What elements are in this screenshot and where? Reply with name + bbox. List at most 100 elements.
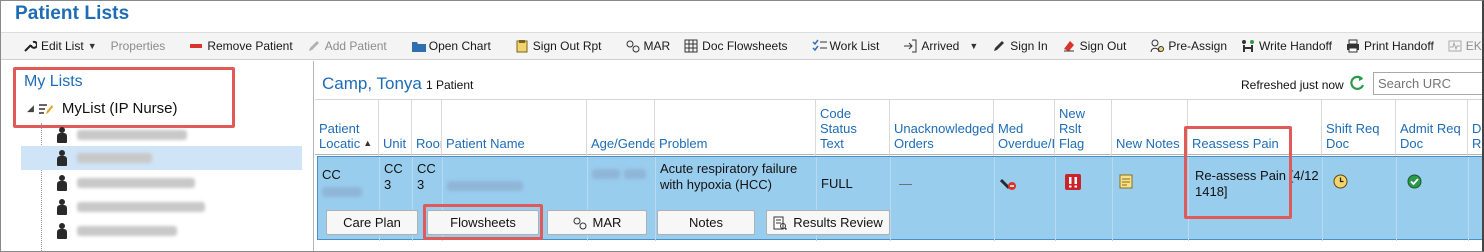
toolbar: Edit List ▼ Properties Remove Patient Ad… [1,32,1482,60]
properties-button[interactable]: Properties [111,35,166,57]
person-icon [57,199,67,215]
col-header-shift-req-doc[interactable]: Shift Req Doc [1321,100,1395,156]
open-chart-label: Open Chart [428,39,491,53]
col-header-new-notes[interactable]: New Notes [1111,100,1187,156]
col-header-code-status[interactable]: Code Status Text [815,100,889,156]
mar-button[interactable]: MAR [626,35,671,57]
col-header-admit-req-doc[interactable]: Admit Req Doc [1395,100,1467,156]
clock-icon [1333,174,1348,189]
redacted-name [77,178,195,188]
redacted-text [623,169,646,179]
person-icon [57,127,67,143]
work-list-label: Work List [829,39,880,53]
med-overdue-icon [1000,175,1018,191]
add-patient-label: Add Patient [324,39,387,53]
results-review-button[interactable]: Results Review [766,210,890,235]
list-item[interactable] [41,219,301,243]
care-plan-button[interactable]: Care Plan [326,210,418,235]
cell-admit-req-doc[interactable] [1396,157,1468,241]
pre-assign-button[interactable]: Pre-Assign [1150,35,1227,57]
chevron-down-icon: ▼ [969,41,979,51]
cell-new-rslt-flag[interactable] [1055,157,1112,241]
pills-icon [573,216,587,230]
col-header-age-gender[interactable]: Age/Gende [586,100,654,156]
add-patient-button[interactable]: Add Patient [307,35,387,57]
grid-icon [684,39,698,53]
person-icon [57,150,67,166]
remove-patient-button[interactable]: Remove Patient [189,35,293,57]
write-handoff-button[interactable]: Write Handoff [1241,35,1332,57]
col-header-room[interactable]: Roor [411,100,441,156]
results-review-label: Results Review [793,215,883,230]
col-header-med-overdue[interactable]: Med Overdue/I [993,100,1054,156]
edit-list-label: Edit List [41,39,84,53]
pre-assign-label: Pre-Assign [1168,39,1228,53]
list-item[interactable] [41,123,301,147]
pencil-add-icon [307,39,321,53]
print-handoff-label: Print Handoff [1363,39,1434,53]
col-header-unit[interactable]: Unit [378,100,411,156]
note-icon [1119,174,1134,189]
highlight-box-my-lists [13,67,235,128]
checklist-icon [812,39,827,53]
redacted-name [77,153,152,163]
cell-med-overdue[interactable] [994,157,1055,241]
arrived-label: Arrived [921,39,960,53]
sign-in-button[interactable]: Sign In [992,35,1048,57]
mar-action-button[interactable]: MAR [547,210,647,235]
grid-header: Patient Locatic▲ Unit Roor Patient Name … [315,99,1482,156]
mar-label: MAR [643,39,671,53]
redacted-name [77,226,177,236]
notes-button[interactable]: Notes [657,210,755,235]
open-chart-button[interactable]: Open Chart [411,35,491,57]
doc-flowsheets-label: Doc Flowsheets [702,39,788,53]
sign-out-button[interactable]: Sign Out [1062,35,1127,57]
list-item[interactable] [41,171,301,195]
title-bar: Patient Lists [1,1,1482,31]
list-item[interactable] [41,195,301,219]
eraser-icon [1062,39,1076,53]
clipboard-icon [515,39,529,53]
ekg-button[interactable]: EKG Dia [1448,35,1482,57]
sign-out-label: Sign Out [1079,39,1127,53]
mar-action-label: MAR [592,215,622,230]
arrived-button[interactable]: Arrived ▼ [903,35,978,57]
minus-icon [189,39,203,53]
folder-icon [411,39,426,53]
highlight-box-flowsheets [423,204,543,240]
print-handoff-button[interactable]: Print Handoff [1346,35,1434,57]
redacted-text [592,169,620,179]
page-title: Patient Lists [15,3,130,24]
person-icon [57,223,67,239]
sign-out-rpt-label: Sign Out Rpt [532,39,602,53]
refresh-icon[interactable] [1348,74,1366,92]
edit-list-button[interactable]: Edit List ▼ [23,35,97,57]
group-header: Camp, Tonya 1 Patient Refreshed just now [315,67,1482,99]
sign-in-label: Sign In [1010,39,1048,53]
col-header-location[interactable]: Patient Locatic ▲ [315,100,378,156]
doc-flowsheets-button[interactable]: Doc Flowsheets [684,35,788,57]
search-input[interactable] [1373,72,1482,95]
patient-count: 1 Patient [426,78,474,92]
cell-unack-orders: — [890,157,994,241]
arrive-icon [903,39,917,53]
printer-icon [1346,39,1360,53]
group-name: Camp, Tonya [322,74,422,93]
list-item-selected[interactable] [21,146,302,170]
redacted-name [447,181,523,191]
person-clock-icon [1150,39,1165,53]
col-header-new-rslt-flag[interactable]: New Rslt Flag [1054,100,1111,156]
cell-doc [1468,157,1482,241]
cell-new-notes[interactable] [1112,157,1188,241]
window-frame: Patient Lists Edit List ▼ Properties Rem… [0,0,1484,252]
ekg-icon [1448,39,1462,53]
col-header-problem[interactable]: Problem [654,100,815,156]
cell-shift-req-doc[interactable] [1322,157,1396,241]
redacted-name [77,130,187,140]
col-header-unack-orders[interactable]: Unacknowledged Orders [889,100,993,156]
col-header-patient-name[interactable]: Patient Name [441,100,586,156]
sign-out-rpt-button[interactable]: Sign Out Rpt [515,35,602,57]
work-list-button[interactable]: Work List [812,35,880,57]
wrench-icon [23,39,37,53]
col-header-doc[interactable]: Do R [1467,100,1482,156]
